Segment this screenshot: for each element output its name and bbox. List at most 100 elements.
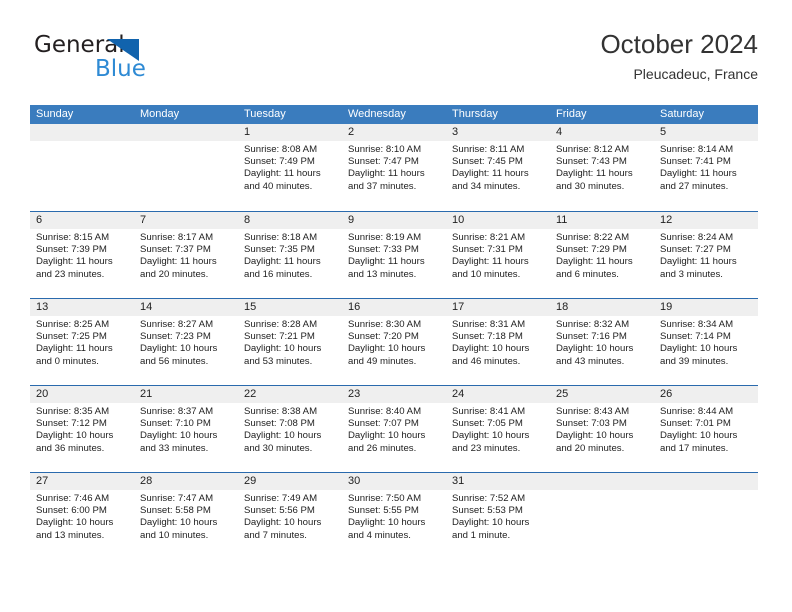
day-cell[interactable]: 28 Sunrise: 7:47 AM Sunset: 5:58 PM Dayligh… [134,473,238,559]
sunrise-time: Sunrise: 7:47 AM [140,493,214,504]
day-details: Sunrise: 8:12 AM Sunset: 7:43 PM Daylight:… [550,141,654,193]
day-details: Sunrise: 8:44 AM Sunset: 7:01 PM Daylight:… [654,403,758,455]
day-number-band: 8 [238,212,342,229]
day-cell[interactable]: 24 Sunrise: 8:41 AM Sunset: 7:05 PM Dayligh… [446,386,550,472]
day-number-band: 20 [30,386,134,403]
day-cell[interactable]: 15 Sunrise: 8:28 AM Sunset: 7:21 PM Dayligh… [238,299,342,385]
daylight-duration-line1: Daylight: 10 hours [348,430,426,442]
week-row: 20 Sunrise: 8:35 AM Sunset: 7:12 PM Dayligh… [30,385,758,472]
title-block: October 2024 Pleucadeuc, France [600,28,758,83]
day-cell[interactable]: 25 Sunrise: 8:43 AM Sunset: 7:03 PM Dayligh… [550,386,654,472]
day-cell[interactable]: 17 Sunrise: 8:31 AM Sunset: 7:18 PM Dayligh… [446,299,550,385]
daylight-duration-line2: and 30 minutes. [556,180,625,192]
daylight-duration-line1: Daylight: 10 hours [244,343,322,355]
day-number-band: 3 [446,124,550,141]
daylight-duration-line1: Daylight: 10 hours [452,430,530,442]
day-number: 5 [660,126,667,138]
sunset-time: Sunset: 6:00 PM [36,505,107,517]
daylight-duration-line1: Daylight: 10 hours [36,430,114,442]
day-cell[interactable]: 14 Sunrise: 8:27 AM Sunset: 7:23 PM Dayligh… [134,299,238,385]
day-cell[interactable]: 27 Sunrise: 7:46 AM Sunset: 6:00 PM Dayligh… [30,473,134,559]
day-cell[interactable]: 4 Sunrise: 8:12 AM Sunset: 7:43 PM Daylight… [550,124,654,211]
day-details: Sunrise: 8:21 AM Sunset: 7:31 PM Daylight:… [446,229,550,281]
daylight-duration-line2: and 40 minutes. [244,180,313,192]
sunset-time: Sunset: 7:18 PM [452,331,523,343]
daylight-duration-line2: and 10 minutes. [452,268,521,280]
daylight-duration-line2: and 16 minutes. [244,268,313,280]
sunrise-time: Sunrise: 8:27 AM [140,319,214,330]
daylight-duration-line1: Daylight: 10 hours [140,430,218,442]
sunset-time: Sunset: 7:29 PM [556,244,627,256]
day-details: Sunrise: 8:34 AM Sunset: 7:14 PM Daylight:… [654,316,758,368]
day-number-band: 16 [342,299,446,316]
day-cell[interactable]: 22 Sunrise: 8:38 AM Sunset: 7:08 PM Dayligh… [238,386,342,472]
page-subtitle: Pleucadeuc, France [633,66,758,82]
day-cell[interactable]: 7 Sunrise: 8:17 AM Sunset: 7:37 PM Daylight… [134,212,238,298]
daylight-duration-line2: and 7 minutes. [244,529,307,541]
day-number: 14 [140,301,153,313]
sunset-time: Sunset: 7:47 PM [348,156,419,168]
day-cell[interactable]: 6 Sunrise: 8:15 AM Sunset: 7:39 PM Daylight… [30,212,134,298]
daylight-duration-line1: Daylight: 11 hours [660,168,737,180]
sunrise-time: Sunrise: 8:17 AM [140,232,214,243]
day-cell[interactable]: 18 Sunrise: 8:32 AM Sunset: 7:16 PM Dayligh… [550,299,654,385]
day-cell[interactable]: 19 Sunrise: 8:34 AM Sunset: 7:14 PM Dayligh… [654,299,758,385]
day-cell[interactable]: 30 Sunrise: 7:50 AM Sunset: 5:55 PM Dayligh… [342,473,446,559]
day-cell[interactable]: 13 Sunrise: 8:25 AM Sunset: 7:25 PM Dayligh… [30,299,134,385]
day-cell[interactable]: 16 Sunrise: 8:30 AM Sunset: 7:20 PM Dayligh… [342,299,446,385]
day-cell[interactable]: 21 Sunrise: 8:37 AM Sunset: 7:10 PM Dayligh… [134,386,238,472]
day-number: 31 [452,475,465,487]
day-number: 1 [244,126,251,138]
daylight-duration-line2: and 23 minutes. [36,268,105,280]
day-cell[interactable]: 26 Sunrise: 8:44 AM Sunset: 7:01 PM Dayligh… [654,386,758,472]
daylight-duration-line1: Daylight: 10 hours [36,517,114,529]
day-number-band: 23 [342,386,446,403]
daylight-duration-line2: and 34 minutes. [452,180,521,192]
sunrise-time: Sunrise: 8:44 AM [660,406,734,417]
weeks-container: 1 Sunrise: 8:08 AM Sunset: 7:49 PM Daylight… [30,124,758,559]
daylight-duration-line1: Daylight: 11 hours [452,256,529,268]
day-number-band: 22 [238,386,342,403]
day-details: Sunrise: 8:08 AM Sunset: 7:49 PM Daylight:… [238,141,342,193]
day-number: 27 [36,475,49,487]
general-blue-logo: General Blue [34,32,234,90]
day-details: Sunrise: 8:27 AM Sunset: 7:23 PM Daylight:… [134,316,238,368]
day-cell[interactable]: 8 Sunrise: 8:18 AM Sunset: 7:35 PM Daylight… [238,212,342,298]
daylight-duration-line2: and 53 minutes. [244,355,313,367]
day-number: 24 [452,388,465,400]
day-cell[interactable]: 9 Sunrise: 8:19 AM Sunset: 7:33 PM Daylight… [342,212,446,298]
day-cell[interactable]: 23 Sunrise: 8:40 AM Sunset: 7:07 PM Dayligh… [342,386,446,472]
day-number: 11 [556,214,568,226]
day-cell[interactable]: 11 Sunrise: 8:22 AM Sunset: 7:29 PM Dayligh… [550,212,654,298]
sunset-time: Sunset: 7:03 PM [556,418,627,430]
day-number-band: 2 [342,124,446,141]
day-cell[interactable]: 31 Sunrise: 7:52 AM Sunset: 5:53 PM Dayligh… [446,473,550,559]
day-cell[interactable]: 2 Sunrise: 8:10 AM Sunset: 7:47 PM Daylight… [342,124,446,211]
day-number: 8 [244,214,251,226]
day-cell[interactable]: 1 Sunrise: 8:08 AM Sunset: 7:49 PM Daylight… [238,124,342,211]
day-number: 17 [452,301,465,313]
weekday-header-monday: Monday [140,108,180,120]
week-row: 1 Sunrise: 8:08 AM Sunset: 7:49 PM Daylight… [30,124,758,211]
day-details: Sunrise: 8:22 AM Sunset: 7:29 PM Daylight:… [550,229,654,281]
day-details: Sunrise: 8:14 AM Sunset: 7:41 PM Daylight:… [654,141,758,193]
day-number-band: 12 [654,212,758,229]
sunrise-time: Sunrise: 8:12 AM [556,144,630,155]
sunset-time: Sunset: 5:56 PM [244,505,315,517]
day-details: Sunrise: 8:25 AM Sunset: 7:25 PM Daylight:… [30,316,134,368]
sunset-time: Sunset: 7:49 PM [244,156,315,168]
sunset-time: Sunset: 5:53 PM [452,505,523,517]
day-cell[interactable]: 5 Sunrise: 8:14 AM Sunset: 7:41 PM Daylight… [654,124,758,211]
daylight-duration-line1: Daylight: 10 hours [660,343,738,355]
day-number-band: 31 [446,473,550,490]
day-cell[interactable]: 3 Sunrise: 8:11 AM Sunset: 7:45 PM Daylight… [446,124,550,211]
weekday-header-friday: Friday [556,108,587,120]
sunset-time: Sunset: 7:25 PM [36,331,107,343]
day-cell[interactable]: 10 Sunrise: 8:21 AM Sunset: 7:31 PM Dayligh… [446,212,550,298]
day-number: 2 [348,126,355,138]
day-cell[interactable]: 12 Sunrise: 8:24 AM Sunset: 7:27 PM Dayligh… [654,212,758,298]
day-cell[interactable]: 20 Sunrise: 8:35 AM Sunset: 7:12 PM Dayligh… [30,386,134,472]
sunset-time: Sunset: 7:45 PM [452,156,523,168]
day-cell[interactable]: 29 Sunrise: 7:49 AM Sunset: 5:56 PM Dayligh… [238,473,342,559]
daylight-duration-line2: and 36 minutes. [36,442,105,454]
